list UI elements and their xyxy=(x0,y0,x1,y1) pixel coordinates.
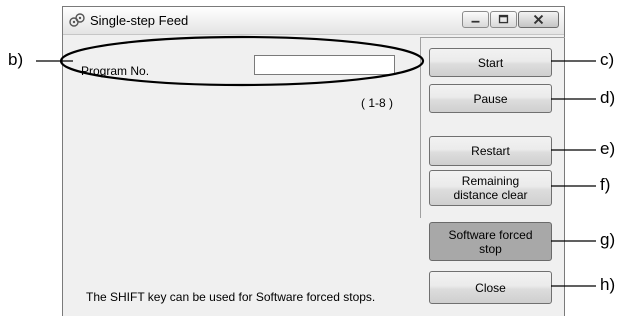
pause-button-label: Pause xyxy=(473,91,508,106)
maximize-button[interactable] xyxy=(490,11,517,28)
shift-key-hint: The SHIFT key can be used for Software f… xyxy=(86,290,376,304)
callout-g: g) xyxy=(600,230,616,249)
start-button[interactable]: Start xyxy=(429,48,552,77)
close-icon xyxy=(533,14,544,25)
software-forced-stop-button[interactable]: Software forced stop xyxy=(429,222,552,261)
restart-button-label: Restart xyxy=(471,144,510,158)
program-no-input[interactable] xyxy=(254,55,395,75)
title-bar: Single-step Feed xyxy=(63,7,564,35)
close-window-button[interactable] xyxy=(518,11,559,28)
single-step-feed-window: Single-step Feed Program No. ( 1-8 ) Sta… xyxy=(62,6,565,316)
close-button-label: Close xyxy=(475,280,506,295)
callout-f: f) xyxy=(600,175,611,194)
start-button-label: Start xyxy=(477,55,504,70)
window-title: Single-step Feed xyxy=(90,13,189,28)
pause-button[interactable]: Pause xyxy=(429,84,552,113)
callout-h: h) xyxy=(600,275,616,294)
software-forced-stop-label: Software forced stop xyxy=(448,227,533,256)
restart-button[interactable]: Restart xyxy=(429,136,552,166)
program-no-label: Program No. xyxy=(81,64,150,78)
app-icon xyxy=(69,13,85,27)
remaining-distance-clear-button[interactable]: Remaining distance clear xyxy=(429,170,552,206)
callout-b: b) xyxy=(8,50,24,69)
callout-d: d) xyxy=(600,88,616,107)
maximize-icon xyxy=(498,14,509,24)
close-button[interactable]: Close xyxy=(429,271,552,304)
callout-e: e) xyxy=(600,139,616,158)
minimize-icon xyxy=(471,20,480,23)
program-range-text: ( 1-8 ) xyxy=(361,96,394,110)
remaining-distance-clear-label: Remaining distance clear xyxy=(453,174,528,202)
minimize-button[interactable] xyxy=(462,11,489,28)
callout-c: c) xyxy=(600,50,615,69)
